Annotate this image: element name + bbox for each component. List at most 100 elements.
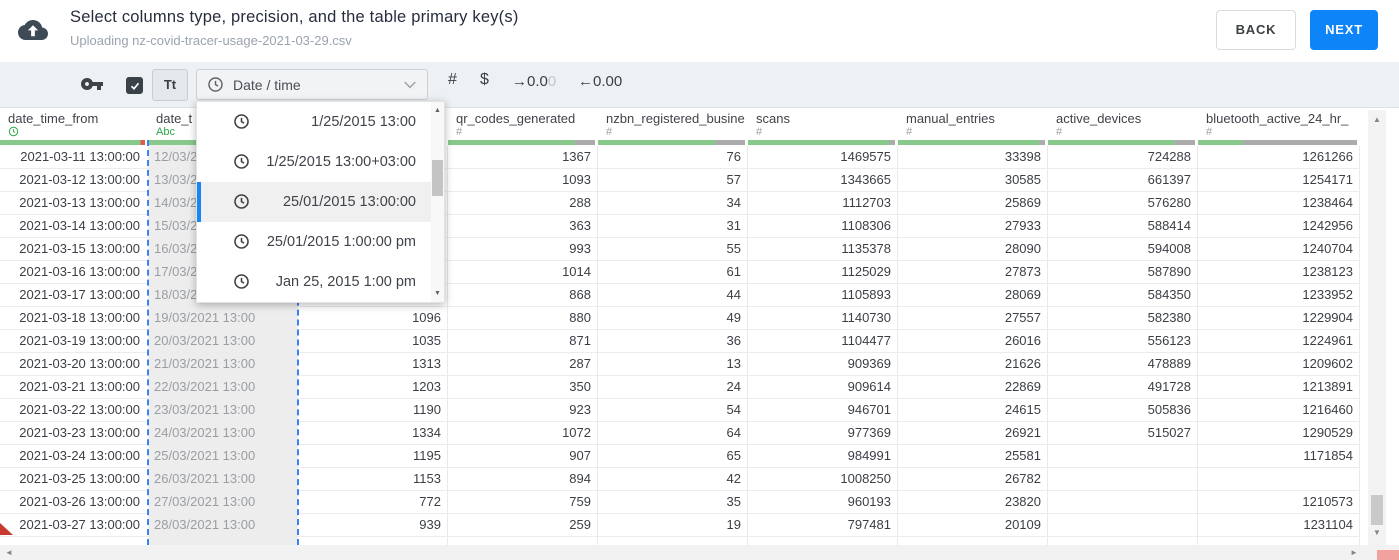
table-cell: 1203	[298, 376, 448, 398]
table-cell: 20109	[898, 514, 1048, 536]
scroll-down-icon[interactable]: ▼	[431, 290, 444, 297]
table-cell: 2021-03-26 13:00:00	[19, 494, 140, 509]
table-cell: 772	[298, 491, 448, 513]
selected-column-left-dashed-border	[147, 140, 149, 545]
number-type-button[interactable]: #	[448, 71, 457, 89]
table-cell: 35	[598, 491, 748, 513]
table-cell: 1072	[448, 422, 598, 444]
column-header-qr_codes_generated[interactable]: qr_codes_generated #	[448, 108, 598, 140]
table-cell: 76	[598, 146, 748, 168]
table-cell: 27933	[898, 215, 1048, 237]
column-header-active_devices[interactable]: active_devices #	[1048, 108, 1198, 140]
column-name: qr_codes_generated	[456, 111, 576, 126]
date-format-label: 1/25/2015 13:00+03:00	[266, 154, 416, 170]
table-cell: 288	[448, 192, 598, 214]
date-format-option[interactable]: Jan 25, 2015 1:00 pm	[197, 262, 444, 302]
scroll-up-icon[interactable]: ▲	[431, 107, 444, 114]
text-type-button[interactable]: Tt	[152, 69, 188, 101]
next-button[interactable]: NEXT	[1310, 10, 1378, 50]
table-cell: 909614	[748, 376, 898, 398]
dropdown-scrollbar[interactable]: ▲ ▼	[431, 102, 444, 302]
table-cell: 28069	[898, 284, 1048, 306]
table-cell: 20/03/2021 13:00	[154, 333, 256, 348]
table-cell: 23820	[898, 491, 1048, 513]
column-name: manual_entries	[906, 111, 995, 126]
top-header-bar: Select columns type, precision, and the …	[0, 0, 1399, 62]
table-row: 2021-03-21 13:00:00 22/03/2021 13:00 1203 3…	[0, 376, 1360, 399]
table-cell: 25581	[898, 445, 1048, 467]
currency-type-button[interactable]: $	[480, 71, 489, 89]
column-header-scans[interactable]: scans #	[748, 108, 898, 140]
clock-icon	[233, 113, 250, 130]
column-quality-bar	[898, 140, 1045, 145]
table-cell: 1108306	[748, 215, 898, 237]
table-row: 2021-03-20 13:00:00 21/03/2021 13:00 1313 2…	[0, 353, 1360, 376]
increase-decimal-button[interactable]: →0.00	[512, 73, 556, 90]
table-cell: 2021-03-25 13:00:00	[19, 471, 140, 486]
scroll-up-icon[interactable]: ▲	[1368, 115, 1386, 124]
table-cell: 1125029	[748, 261, 898, 283]
clock-icon	[207, 76, 224, 93]
date-format-option[interactable]: 25/01/2015 1:00:00 pm	[197, 222, 444, 262]
horizontal-scrollbar[interactable]: ◄ ►	[0, 545, 1399, 560]
clock-icon	[233, 153, 250, 170]
date-format-option[interactable]: 1/25/2015 13:00	[197, 102, 444, 142]
table-cell: 2021-03-15 13:00:00	[19, 241, 140, 256]
column-name: bluetooth_active_24_hr_	[1206, 111, 1349, 126]
table-cell: 19/03/2021 13:00	[154, 310, 256, 325]
increase-decimal-faded-digit: 0	[547, 73, 557, 90]
column-quality-bar	[0, 140, 145, 145]
table-cell: 582380	[1048, 307, 1198, 329]
table-row: 2021-03-26 13:00:00 27/03/2021 13:00 772 75…	[0, 491, 1360, 514]
table-cell: 36	[598, 330, 748, 352]
table-cell: 287	[448, 353, 598, 375]
table-cell: 27557	[898, 307, 1048, 329]
table-cell: 1209602	[1198, 353, 1360, 375]
table-cell: 1367	[448, 146, 598, 168]
clock-icon	[233, 273, 250, 290]
dropdown-scrollbar-thumb[interactable]	[432, 160, 443, 196]
scroll-left-icon[interactable]: ◄	[5, 548, 13, 557]
table-cell: 1210573	[1198, 491, 1360, 513]
upload-wizard-window: Select columns type, precision, and the …	[0, 0, 1399, 560]
table-cell: 31	[598, 215, 748, 237]
table-cell: 26/03/2021 13:00	[154, 471, 256, 486]
date-format-option[interactable]: 1/25/2015 13:00+03:00	[197, 142, 444, 182]
table-cell: 26782	[898, 468, 1048, 490]
table-cell: 1240704	[1198, 238, 1360, 260]
column-quality-bar	[748, 140, 895, 145]
table-row: 2021-03-23 13:00:00 24/03/2021 13:00 1334 1…	[0, 422, 1360, 445]
column-header-bluetooth_active_24_hr_[interactable]: bluetooth_active_24_hr_ #	[1198, 108, 1360, 140]
column-header-nzbn_registered_busine[interactable]: nzbn_registered_busine #	[598, 108, 748, 140]
column-type-indicator: #	[456, 126, 463, 138]
back-button[interactable]: BACK	[1216, 10, 1296, 50]
table-cell: 1195	[298, 445, 448, 467]
clock-type-icon	[0, 126, 148, 139]
horizontal-scrollbar-thumb[interactable]	[1377, 550, 1399, 560]
table-cell: 909369	[748, 353, 898, 375]
vertical-scrollbar[interactable]: ▲ ▼	[1368, 110, 1386, 545]
table-cell: 28090	[898, 238, 1048, 260]
vertical-scrollbar-thumb[interactable]	[1371, 495, 1383, 525]
table-cell: 2021-03-23 13:00:00	[19, 425, 140, 440]
column-header-date_time_from[interactable]: date_time_from	[0, 108, 148, 140]
scroll-right-icon[interactable]: ►	[1350, 548, 1358, 557]
table-cell: 946701	[748, 399, 898, 421]
column-type-select[interactable]: Date / time	[196, 69, 428, 100]
column-quality-bar	[448, 140, 595, 145]
nullable-checkbox[interactable]	[126, 77, 143, 94]
decrease-decimal-button[interactable]: ←0.00	[578, 73, 622, 90]
table-cell	[1048, 445, 1198, 467]
table-cell: 1229904	[1198, 307, 1360, 329]
column-quality-bar	[1198, 140, 1357, 145]
primary-key-icon[interactable]	[80, 72, 106, 98]
date-format-option-selected[interactable]: 25/01/2015 13:00:00	[197, 182, 444, 222]
table-cell: 363	[448, 215, 598, 237]
column-type-indicator: #	[906, 126, 913, 138]
table-cell: 2021-03-16 13:00:00	[19, 264, 140, 279]
table-cell: 61	[598, 261, 748, 283]
scroll-down-icon[interactable]: ▼	[1368, 528, 1386, 537]
column-type-indicator: #	[756, 126, 763, 138]
table-cell: 1224961	[1198, 330, 1360, 352]
column-header-manual_entries[interactable]: manual_entries #	[898, 108, 1048, 140]
